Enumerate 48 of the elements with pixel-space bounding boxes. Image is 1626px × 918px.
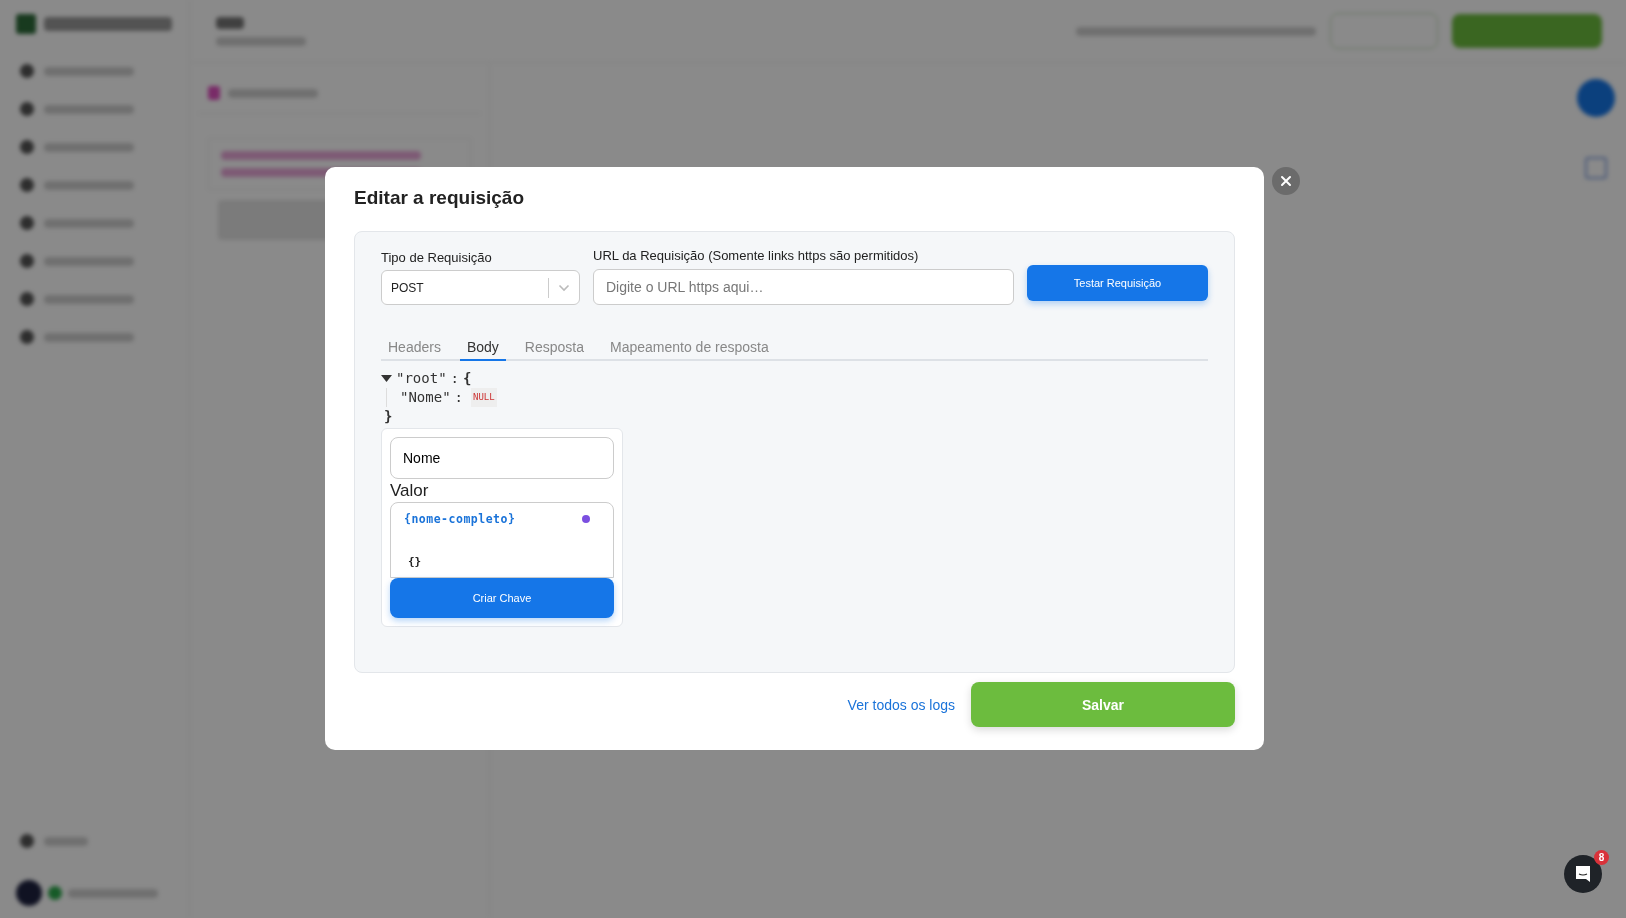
logs-link[interactable]: Ver todos os logs bbox=[847, 696, 955, 713]
nav-icon[interactable] bbox=[20, 834, 34, 848]
nav-icon[interactable] bbox=[20, 64, 34, 78]
json-key: "Nome" bbox=[400, 388, 451, 407]
key-field[interactable]: Nome bbox=[390, 437, 614, 479]
nav-icon[interactable] bbox=[20, 330, 34, 344]
triangle-down-icon[interactable] bbox=[381, 374, 392, 383]
field-label: URL da Requisição (Somente links https são permitidos) bbox=[593, 248, 920, 263]
field-label: Valor bbox=[390, 481, 430, 501]
tab[interactable]: Headers bbox=[381, 335, 448, 361]
json-brace: { bbox=[463, 369, 472, 388]
status-dot-icon bbox=[48, 886, 62, 900]
request-type-select[interactable]: POST bbox=[381, 270, 580, 305]
value-field[interactable]: {nome-completo} {} bbox=[390, 502, 614, 578]
variable-tag: {nome-completo} bbox=[404, 512, 516, 526]
tab[interactable]: Body bbox=[459, 335, 506, 361]
blurred-text bbox=[44, 836, 88, 846]
fab-button[interactable] bbox=[1577, 79, 1615, 117]
nav-icon[interactable] bbox=[20, 178, 34, 192]
close-button[interactable] bbox=[1272, 167, 1300, 195]
nav-icon[interactable] bbox=[20, 216, 34, 230]
notification-badge: 8 bbox=[1594, 850, 1609, 865]
nav-icon[interactable] bbox=[20, 102, 34, 116]
chat-icon bbox=[1574, 865, 1592, 883]
field-label: Tipo de Requisição bbox=[381, 250, 493, 265]
json-key: "root" bbox=[396, 369, 447, 388]
dot-icon bbox=[582, 515, 590, 523]
chevron-down-icon bbox=[558, 283, 570, 292]
plug-icon bbox=[208, 86, 220, 100]
nav-icon[interactable] bbox=[20, 254, 34, 268]
test-request-button[interactable]: Testar Requisição bbox=[1027, 265, 1208, 301]
create-key-button[interactable]: Criar Chave bbox=[390, 578, 614, 618]
blurred-text bbox=[216, 16, 244, 29]
chat-launcher[interactable] bbox=[1564, 855, 1602, 893]
tab[interactable]: Mapeamento de resposta bbox=[603, 335, 776, 361]
dialog-title: Editar a requisição bbox=[354, 186, 525, 210]
json-colon: : bbox=[454, 388, 463, 407]
json-brace: } bbox=[384, 407, 394, 426]
json-value: NULL bbox=[471, 388, 497, 407]
url-field[interactable]: Digite o URL https aqui… bbox=[593, 269, 1014, 305]
tab[interactable]: Resposta bbox=[517, 335, 591, 361]
nav-icon[interactable] bbox=[20, 292, 34, 306]
avatar-icon bbox=[16, 880, 42, 906]
braces-button[interactable]: {} bbox=[408, 555, 422, 568]
json-colon: : bbox=[450, 369, 459, 388]
logo-icon bbox=[16, 14, 36, 34]
nav-icon[interactable] bbox=[20, 140, 34, 154]
close-icon bbox=[1280, 175, 1292, 187]
